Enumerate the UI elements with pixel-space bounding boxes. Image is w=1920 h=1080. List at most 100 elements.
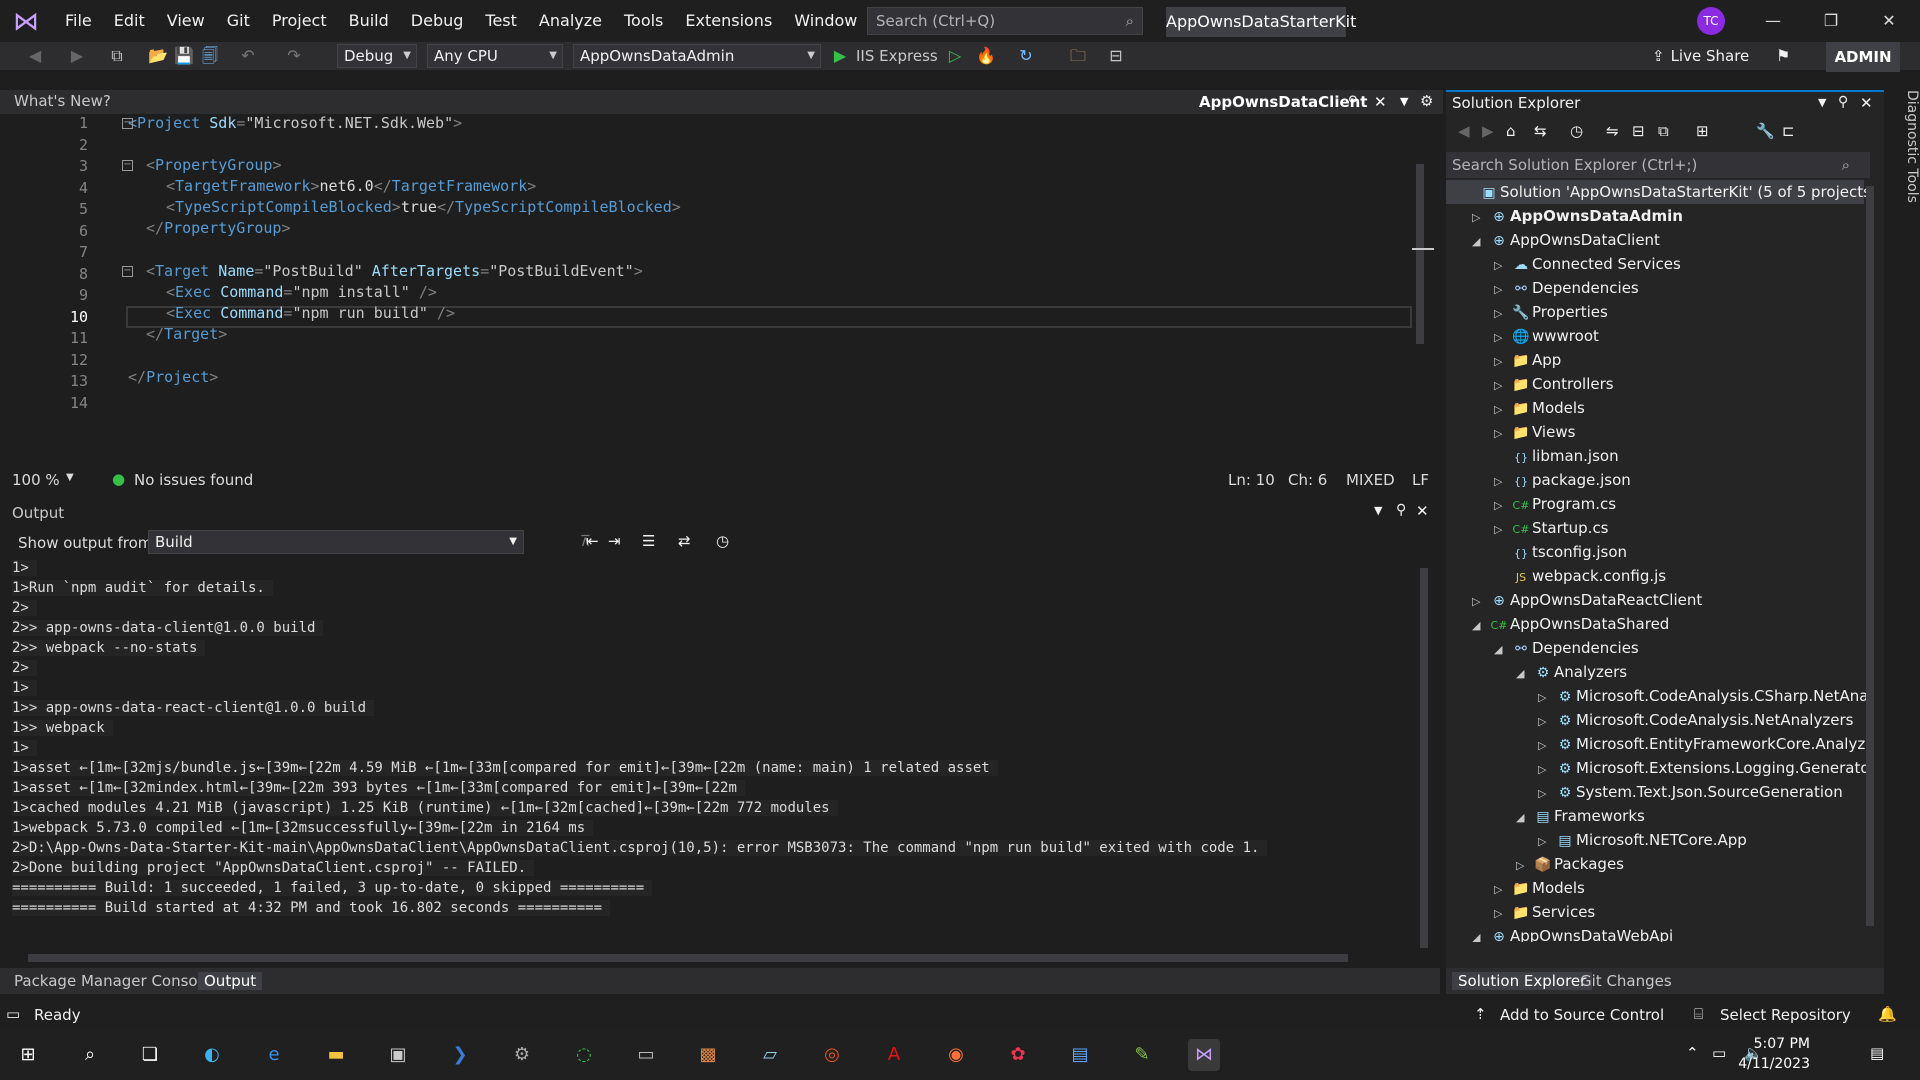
tree-item[interactable]: ▷ ⚙ Microsoft.Extensions.Logging.Generator… xyxy=(1538,756,1866,780)
tree-item[interactable]: ▷ C# Program.cs xyxy=(1494,492,1616,516)
visual-studio-logo-icon[interactable]: ⋈ xyxy=(12,8,40,36)
task-view-icon[interactable]: ❏ xyxy=(134,1039,166,1071)
tree-item[interactable]: ◢ C# AppOwnsDataShared xyxy=(1472,612,1669,636)
edge-icon[interactable]: ◐ xyxy=(196,1039,228,1071)
search-icon[interactable]: ⌕ xyxy=(74,1039,106,1071)
menu-git[interactable]: Git xyxy=(216,0,261,42)
collapse-all-icon[interactable]: ⊟ xyxy=(1632,122,1645,140)
expand-arrow-icon[interactable]: ◢ xyxy=(1494,638,1510,662)
output-horizontal-scrollbar[interactable] xyxy=(28,954,1348,962)
undo-icon[interactable]: ↶ xyxy=(236,44,260,68)
expand-arrow-icon[interactable]: ▷ xyxy=(1516,854,1532,878)
browser-link-icon[interactable]: 🗀 xyxy=(1066,44,1090,68)
expand-arrow-icon[interactable]: ▷ xyxy=(1494,494,1510,518)
tree-item[interactable]: ▷ 📁 Controllers xyxy=(1494,372,1614,396)
notes-icon[interactable]: ▱ xyxy=(754,1039,786,1071)
tree-item[interactable]: {} libman.json xyxy=(1494,444,1619,468)
fold-toggle-icon[interactable]: − xyxy=(122,160,133,171)
back-icon[interactable]: ◀ xyxy=(24,44,46,68)
pending-changes-icon[interactable]: ◷ xyxy=(1570,122,1583,140)
tree-item[interactable]: ▷ ⚙ Microsoft.CodeAnalysis.NetAnalyzers xyxy=(1538,708,1853,732)
forward-icon[interactable]: ▶ xyxy=(66,44,88,68)
tab-solution-explorer[interactable]: Solution Explorer xyxy=(1452,972,1593,990)
expand-arrow-icon[interactable]: ▷ xyxy=(1472,206,1488,230)
pin-icon[interactable]: ⚲ xyxy=(1396,502,1406,518)
tree-item[interactable]: ◢ ⊕ AppOwnsDataWebApi xyxy=(1472,924,1673,942)
startup-project-select[interactable]: AppOwnsDataAdmin ▼ xyxy=(573,44,821,68)
paint-icon[interactable]: ✿ xyxy=(1002,1039,1034,1071)
bell-icon[interactable]: 🔔 xyxy=(1878,1005,1897,1023)
play-icon[interactable]: ▶ xyxy=(830,44,850,68)
tree-item[interactable]: ▷ 📁 Services xyxy=(1494,900,1595,924)
filter-icon[interactable]: ⊞ xyxy=(1696,122,1709,140)
expand-arrow-icon[interactable]: ▷ xyxy=(1538,686,1554,710)
expand-arrow-icon[interactable]: ▷ xyxy=(1494,878,1510,902)
pin-icon[interactable]: ⚲ xyxy=(1348,90,1358,114)
powershell-icon[interactable]: ❯ xyxy=(444,1039,476,1071)
new-project-icon[interactable]: ⧉ xyxy=(104,44,130,68)
expand-arrow-icon[interactable]: ▷ xyxy=(1494,398,1510,422)
expand-arrow-icon[interactable]: ▷ xyxy=(1494,374,1510,398)
settings-icon[interactable]: ⚙ xyxy=(506,1039,538,1071)
menu-extensions[interactable]: Extensions xyxy=(674,0,783,42)
preview-icon[interactable]: ⊏ xyxy=(1782,122,1795,140)
tree-item[interactable]: ▷ 📁 Models xyxy=(1494,396,1585,420)
expand-arrow-icon[interactable]: ◢ xyxy=(1516,806,1532,830)
minimize-icon[interactable]: — xyxy=(1750,0,1796,42)
start-without-debugging-icon[interactable]: ▷ xyxy=(944,44,966,68)
expand-arrow-icon[interactable]: ▷ xyxy=(1538,710,1554,734)
tree-item[interactable]: ◢ ⚯ Dependencies xyxy=(1494,636,1639,660)
code-editor[interactable]: 1 2 3 4 5 6 7 8 9 10 11 12 13 14 <Project Sdk="Micros… xyxy=(8,114,1434,466)
menu-project[interactable]: Project xyxy=(261,0,338,42)
sync-icon[interactable]: ⇋ xyxy=(1606,122,1619,140)
tree-item[interactable]: ▷ ⚙ System.Text.Json.SourceGeneration xyxy=(1538,780,1843,804)
tray-chevron-icon[interactable]: ⌃ xyxy=(1686,1044,1699,1062)
output-scrollbar[interactable] xyxy=(1420,568,1428,948)
menu-file[interactable]: File xyxy=(54,0,103,42)
tab-whats-new[interactable]: What's New? xyxy=(14,92,111,110)
dropdown-icon[interactable]: ▼ xyxy=(1374,504,1382,517)
line-indicator[interactable]: Ln: 10 xyxy=(1228,471,1275,489)
tab-list-icon[interactable]: ▼ xyxy=(1400,90,1408,114)
redo-icon[interactable]: ↷ xyxy=(282,44,306,68)
close-panel-icon[interactable]: ✕ xyxy=(1860,94,1873,112)
expand-arrow-icon[interactable]: ▷ xyxy=(1494,470,1510,494)
expand-arrow-icon[interactable]: ◢ xyxy=(1472,926,1488,942)
package-icon[interactable]: ▩ xyxy=(692,1039,724,1071)
expand-arrow-icon[interactable]: ▷ xyxy=(1494,422,1510,446)
open-folder-icon[interactable]: 📂 xyxy=(146,44,170,68)
admin-badge[interactable]: ADMIN xyxy=(1826,42,1900,72)
expand-arrow-icon[interactable]: ▷ xyxy=(1494,278,1510,302)
fold-toggle-icon[interactable]: − xyxy=(122,266,133,277)
search-input[interactable]: Search (Ctrl+Q) ⌕ xyxy=(867,7,1143,35)
dropdown-icon[interactable]: ▼ xyxy=(1818,96,1826,109)
expand-arrow-icon[interactable]: ▷ xyxy=(1538,758,1554,782)
add-to-source-control-button[interactable]: Add to Source Control xyxy=(1500,1006,1664,1024)
tree-item[interactable]: ▷ 📦 Packages xyxy=(1516,852,1624,876)
expand-arrow-icon[interactable]: ▷ xyxy=(1494,902,1510,926)
avatar[interactable]: TC xyxy=(1697,7,1725,35)
tab-package-manager-console[interactable]: Package Manager Console xyxy=(14,972,211,990)
firefox-icon[interactable]: ◉ xyxy=(940,1039,972,1071)
tree-item[interactable]: ◢ ⊕ AppOwnsDataClient xyxy=(1472,228,1660,252)
word-wrap-icon[interactable]: ⇄ xyxy=(678,532,691,550)
zoom-select[interactable]: 100 % xyxy=(12,471,60,489)
tree-item[interactable]: ▷ ⊕ AppOwnsDataReactClient xyxy=(1472,588,1702,612)
notification-center-icon[interactable]: ▤ xyxy=(1870,1044,1884,1062)
file-explorer-icon[interactable]: ▬ xyxy=(320,1039,352,1071)
output-log[interactable]: 1> 1>Run `npm audit` for details. 2> 2>> ap… xyxy=(12,558,1422,948)
chevron-down-icon[interactable]: ▼ xyxy=(66,472,74,483)
tree-item[interactable]: ▷ 🌐 wwwroot xyxy=(1494,324,1599,348)
ubuntu-icon[interactable]: ◎ xyxy=(816,1039,848,1071)
eol-indicator[interactable]: LF xyxy=(1412,471,1429,489)
tree-item[interactable]: ▷ ⚯ Dependencies xyxy=(1494,276,1639,300)
expand-arrow-icon[interactable]: ▷ xyxy=(1494,326,1510,350)
previous-message-icon[interactable]: ⇤ xyxy=(586,532,599,550)
switch-views-icon[interactable]: ⇆ xyxy=(1534,122,1547,140)
tree-item[interactable]: JS webpack.config.js xyxy=(1494,564,1666,588)
internet-explorer-icon[interactable]: e xyxy=(258,1039,290,1071)
expand-arrow-icon[interactable]: ▷ xyxy=(1538,734,1554,758)
tab-git-changes[interactable]: Git Changes xyxy=(1580,972,1672,990)
tree-scrollbar[interactable] xyxy=(1866,186,1874,926)
expand-arrow-icon[interactable]: ▷ xyxy=(1494,518,1510,542)
